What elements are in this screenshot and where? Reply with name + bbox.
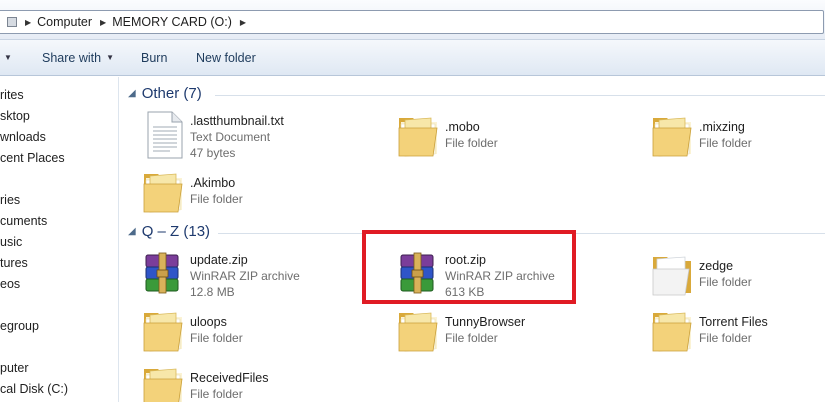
folder-type: File folder — [190, 192, 243, 206]
nav-item-music[interactable]: usic — [0, 235, 22, 249]
breadcrumb-arrow-icon[interactable]: ▶ — [240, 18, 246, 27]
command-bar: ▼ Share with ▼ Burn New folder — [0, 40, 825, 76]
file-size: 47 bytes — [190, 146, 236, 160]
folder-type: File folder — [699, 331, 752, 345]
breadcrumb-computer[interactable]: Computer — [37, 15, 92, 29]
group-divider — [215, 95, 825, 96]
folder-type: File folder — [445, 331, 498, 345]
highlight-box — [362, 230, 576, 304]
navigation-pane: rites sktop wnloads cent Places ries cum… — [0, 77, 119, 402]
nav-item-homegroup[interactable]: egroup — [0, 319, 39, 333]
folder-type: File folder — [699, 275, 752, 289]
drive-icon — [7, 17, 17, 27]
folder-name: ReceivedFiles — [190, 371, 269, 385]
file-tile[interactable]: .lastthumbnail.txt Text Document 47 byte… — [140, 110, 370, 162]
nav-item-downloads[interactable]: wnloads — [0, 130, 46, 144]
folder-tile[interactable]: uloops File folder — [140, 305, 370, 357]
folder-icon — [395, 110, 443, 160]
folder-tile[interactable]: ReceivedFiles File folder — [140, 361, 370, 402]
burn-button[interactable]: Burn — [141, 51, 167, 65]
file-size: 12.8 MB — [190, 285, 235, 299]
folder-type: File folder — [445, 136, 498, 150]
file-type: WinRAR ZIP archive — [190, 269, 300, 283]
chevron-down-icon: ▼ — [4, 53, 12, 62]
group-title: Q – Z (13) — [141, 223, 211, 240]
folder-type: File folder — [190, 387, 243, 401]
file-type: Text Document — [190, 130, 271, 144]
folder-tile[interactable]: Torrent Files File folder — [649, 305, 825, 357]
collapse-chevron-icon[interactable]: ◢ — [128, 226, 136, 237]
folder-name: Torrent Files — [699, 315, 768, 329]
address-field[interactable]: ▶ Computer ▶ MEMORY CARD (O:) ▶ — [0, 10, 824, 34]
organize-dropdown[interactable]: ▼ — [4, 53, 12, 62]
folder-type: File folder — [699, 136, 752, 150]
winrar-archive-icon — [140, 249, 188, 299]
nav-item-favorites[interactable]: rites — [0, 88, 24, 102]
breadcrumb-arrow-icon[interactable]: ▶ — [100, 18, 106, 27]
folder-tile[interactable]: zedge File folder — [649, 249, 825, 301]
collapse-chevron-icon[interactable]: ◢ — [128, 88, 136, 99]
folder-name: .Akimbo — [190, 176, 236, 190]
folder-tile[interactable]: .mobo File folder — [395, 110, 625, 162]
folder-icon — [395, 305, 443, 355]
folder-name: zedge — [699, 259, 734, 273]
text-document-icon — [140, 110, 188, 160]
chevron-down-icon: ▼ — [106, 53, 114, 62]
nav-item-computer[interactable]: puter — [0, 361, 29, 375]
nav-item-recent-places[interactable]: cent Places — [0, 151, 65, 165]
breadcrumb-arrow-icon[interactable]: ▶ — [25, 18, 31, 27]
folder-icon — [649, 305, 697, 355]
nav-item-local-disk[interactable]: cal Disk (C:) — [0, 382, 68, 396]
share-with-button[interactable]: Share with ▼ — [42, 51, 114, 65]
file-name: update.zip — [190, 253, 248, 267]
file-tile[interactable]: update.zip WinRAR ZIP archive 12.8 MB — [140, 249, 370, 301]
address-bar: ▶ Computer ▶ MEMORY CARD (O:) ▶ — [0, 0, 825, 40]
group-header-other[interactable]: ◢ Other (7) — [128, 85, 202, 102]
nav-item-desktop[interactable]: sktop — [0, 109, 30, 123]
nav-item-documents[interactable]: cuments — [0, 214, 47, 228]
folder-tile[interactable]: TunnyBrowser File folder — [395, 305, 625, 357]
folder-name: .mixzing — [699, 120, 745, 134]
folder-icon — [140, 361, 188, 402]
folder-icon — [649, 110, 697, 160]
nav-item-pictures[interactable]: tures — [0, 256, 28, 270]
folder-tile[interactable]: .mixzing File folder — [649, 110, 825, 162]
folder-name: .mobo — [445, 120, 480, 134]
folder-icon — [140, 166, 188, 216]
share-with-label: Share with — [42, 50, 102, 65]
nav-item-libraries[interactable]: ries — [0, 193, 20, 207]
nav-item-videos[interactable]: eos — [0, 277, 20, 291]
folder-name: uloops — [190, 315, 227, 329]
breadcrumb-memory-card[interactable]: MEMORY CARD (O:) — [112, 15, 232, 29]
folder-name: TunnyBrowser — [445, 315, 526, 329]
folder-tile[interactable]: .Akimbo File folder — [140, 166, 370, 218]
group-title: Other (7) — [141, 85, 202, 102]
folder-icon — [649, 249, 697, 299]
group-header-q-z[interactable]: ◢ Q – Z (13) — [128, 223, 210, 240]
folder-icon — [140, 305, 188, 355]
new-folder-button[interactable]: New folder — [196, 51, 256, 65]
folder-type: File folder — [190, 331, 243, 345]
file-name: .lastthumbnail.txt — [190, 114, 284, 128]
